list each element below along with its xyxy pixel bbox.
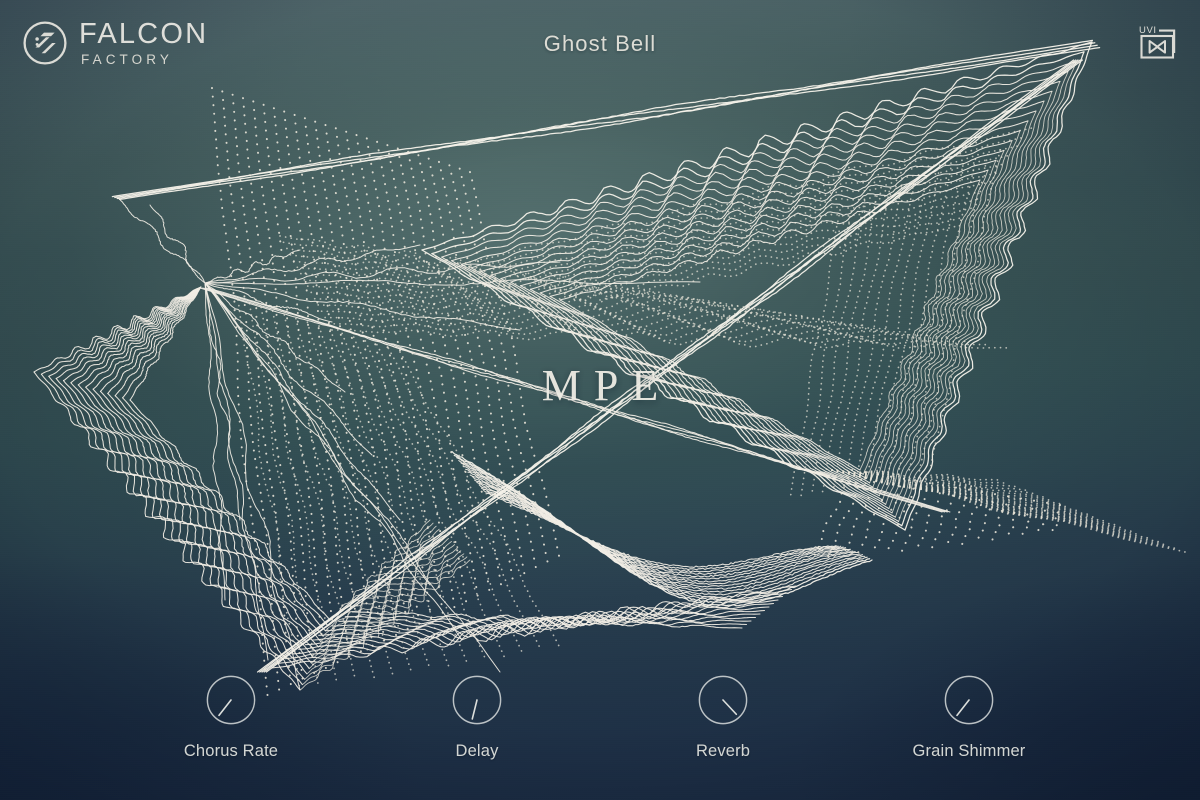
knob-dial-delay[interactable] — [449, 672, 505, 728]
knob-label-delay: Delay — [455, 742, 499, 760]
plugin-window: FALCON FACTORY Ghost Bell UVI MPE Chorus… — [0, 0, 1200, 800]
knob-label-chorus-rate: Chorus Rate — [183, 742, 279, 760]
knob-reverb[interactable]: Reverb — [648, 672, 798, 761]
uvi-bowtie-icon: UVI — [1139, 25, 1176, 59]
preset-title: Ghost Bell — [543, 31, 657, 56]
knob-label-reverb: Reverb — [695, 742, 751, 760]
knob-delay[interactable]: Delay — [402, 672, 552, 761]
knob-dial-chorus-rate[interactable] — [203, 672, 259, 728]
knob-grain-shimmer[interactable]: Grain Shimmer — [894, 672, 1044, 761]
knob-chorus-rate[interactable]: Chorus Rate — [156, 672, 306, 761]
knob-label-grain-shimmer: Grain Shimmer — [912, 742, 1026, 760]
svg-text:UVI: UVI — [1139, 25, 1157, 36]
knob-row: Chorus Rate Delay Reverb Grain Shimmer — [0, 672, 1200, 792]
uvi-logo: UVI — [1122, 20, 1178, 64]
mpe-badge: MPE — [541, 361, 672, 410]
knob-dial-reverb[interactable] — [695, 672, 751, 728]
knob-dial-grain-shimmer[interactable] — [941, 672, 997, 728]
